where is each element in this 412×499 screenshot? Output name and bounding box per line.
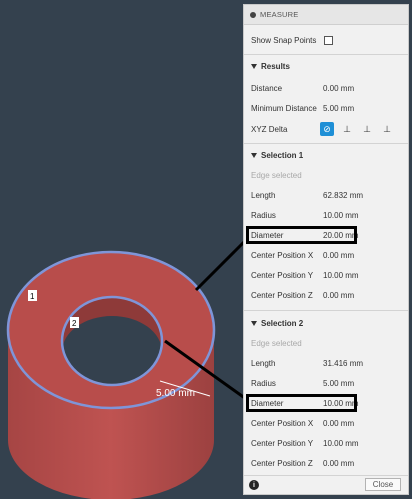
selection-2-cpy-row: Center Position Y 10.00 mm [244,433,408,453]
min-distance-row: Minimum Distance 5.00 mm [244,98,408,118]
diameter-2-highlight-box [246,394,357,412]
center-x-label: Center Position X [251,250,314,260]
selection-1-header-label: Selection 1 [261,150,304,160]
selection-2-type-row: Edge selected [244,333,408,353]
info-icon[interactable]: i [249,480,259,490]
show-snap-points-row[interactable]: Show Snap Points [244,30,408,50]
collapse-triangle-icon[interactable] [251,63,257,69]
show-snap-points-label: Show Snap Points [251,35,317,45]
center-z-value: 0.00 mm [323,290,355,300]
close-button[interactable]: Close [365,478,401,491]
panel-title-bar[interactable]: MEASURE [244,5,408,25]
selection-1-cpx-row: Center Position X 0.00 mm [244,245,408,265]
panel-title: MEASURE [260,10,299,19]
center-z-value: 0.00 mm [323,458,355,468]
min-distance-label: Minimum Distance [251,103,317,113]
selection-1-header[interactable]: Selection 1 [244,145,408,165]
measure-panel: MEASURE Show Snap Points Results Distanc… [243,4,409,495]
center-x-value: 0.00 mm [323,418,355,428]
min-distance-value: 5.00 mm [323,103,355,113]
selection-1-cpy-row: Center Position Y 10.00 mm [244,265,408,285]
selection-2-cpz-row: Center Position Z 0.00 mm [244,453,408,473]
radius-label: Radius [251,378,276,388]
selection-1-type: Edge selected [251,170,302,180]
radius-value: 10.00 mm [323,210,359,220]
delta-none-icon[interactable]: ⊘ [320,122,334,136]
selection-2-cpx-row: Center Position X 0.00 mm [244,413,408,433]
xyz-delta-row: XYZ Delta ⊘ ⊥ ⊥ ⊥ [244,119,408,139]
length-value: 62.832 mm [323,190,364,200]
center-y-label: Center Position Y [251,438,314,448]
panel-footer: i Close [244,475,408,494]
selection-2-header-label: Selection 2 [261,318,304,328]
radius-label: Radius [251,210,276,220]
length-label: Length [251,190,276,200]
diameter-1-highlight-box [246,226,357,244]
center-y-value: 10.00 mm [323,438,359,448]
show-snap-points-checkbox[interactable] [324,35,333,45]
distance-label: Distance [251,83,283,93]
collapse-triangle-icon[interactable] [251,152,257,158]
marker-1-label: 1 [30,292,35,301]
length-label: Length [251,358,276,368]
center-z-label: Center Position Z [251,290,313,300]
delta-axis-y-icon[interactable]: ⊥ [360,122,374,136]
selection-2-header[interactable]: Selection 2 [244,313,408,333]
results-header-label: Results [261,61,290,71]
center-x-label: Center Position X [251,418,314,428]
length-value: 31.416 mm [323,358,364,368]
selection-1-cpz-row: Center Position Z 0.00 mm [244,285,408,305]
delta-axis-x-icon[interactable]: ⊥ [340,122,354,136]
measure-icon [250,11,256,18]
selection-1-length-row: Length 62.832 mm [244,185,408,205]
center-y-value: 10.00 mm [323,270,359,280]
results-header[interactable]: Results [244,56,408,76]
xyz-delta-label: XYZ Delta [251,124,288,134]
distance-value: 0.00 mm [323,83,355,93]
distance-row: Distance 0.00 mm [244,78,408,98]
selection-2-radius-row: Radius 5.00 mm [244,373,408,393]
cylinder-body [6,250,216,499]
selection-1-radius-row: Radius 10.00 mm [244,205,408,225]
marker-2-label: 2 [72,319,77,328]
radius-value: 5.00 mm [323,378,355,388]
selection-1-type-row: Edge selected [244,165,408,185]
center-y-label: Center Position Y [251,270,314,280]
center-z-label: Center Position Z [251,458,313,468]
selection-2-type: Edge selected [251,338,302,348]
selection-2-length-row: Length 31.416 mm [244,353,408,373]
center-x-value: 0.00 mm [323,250,355,260]
delta-axis-z-icon[interactable]: ⊥ [380,122,394,136]
dimension-label: 5.00 mm [156,388,195,399]
collapse-triangle-icon[interactable] [251,320,257,326]
callout-line-diameter-1 [194,236,250,292]
